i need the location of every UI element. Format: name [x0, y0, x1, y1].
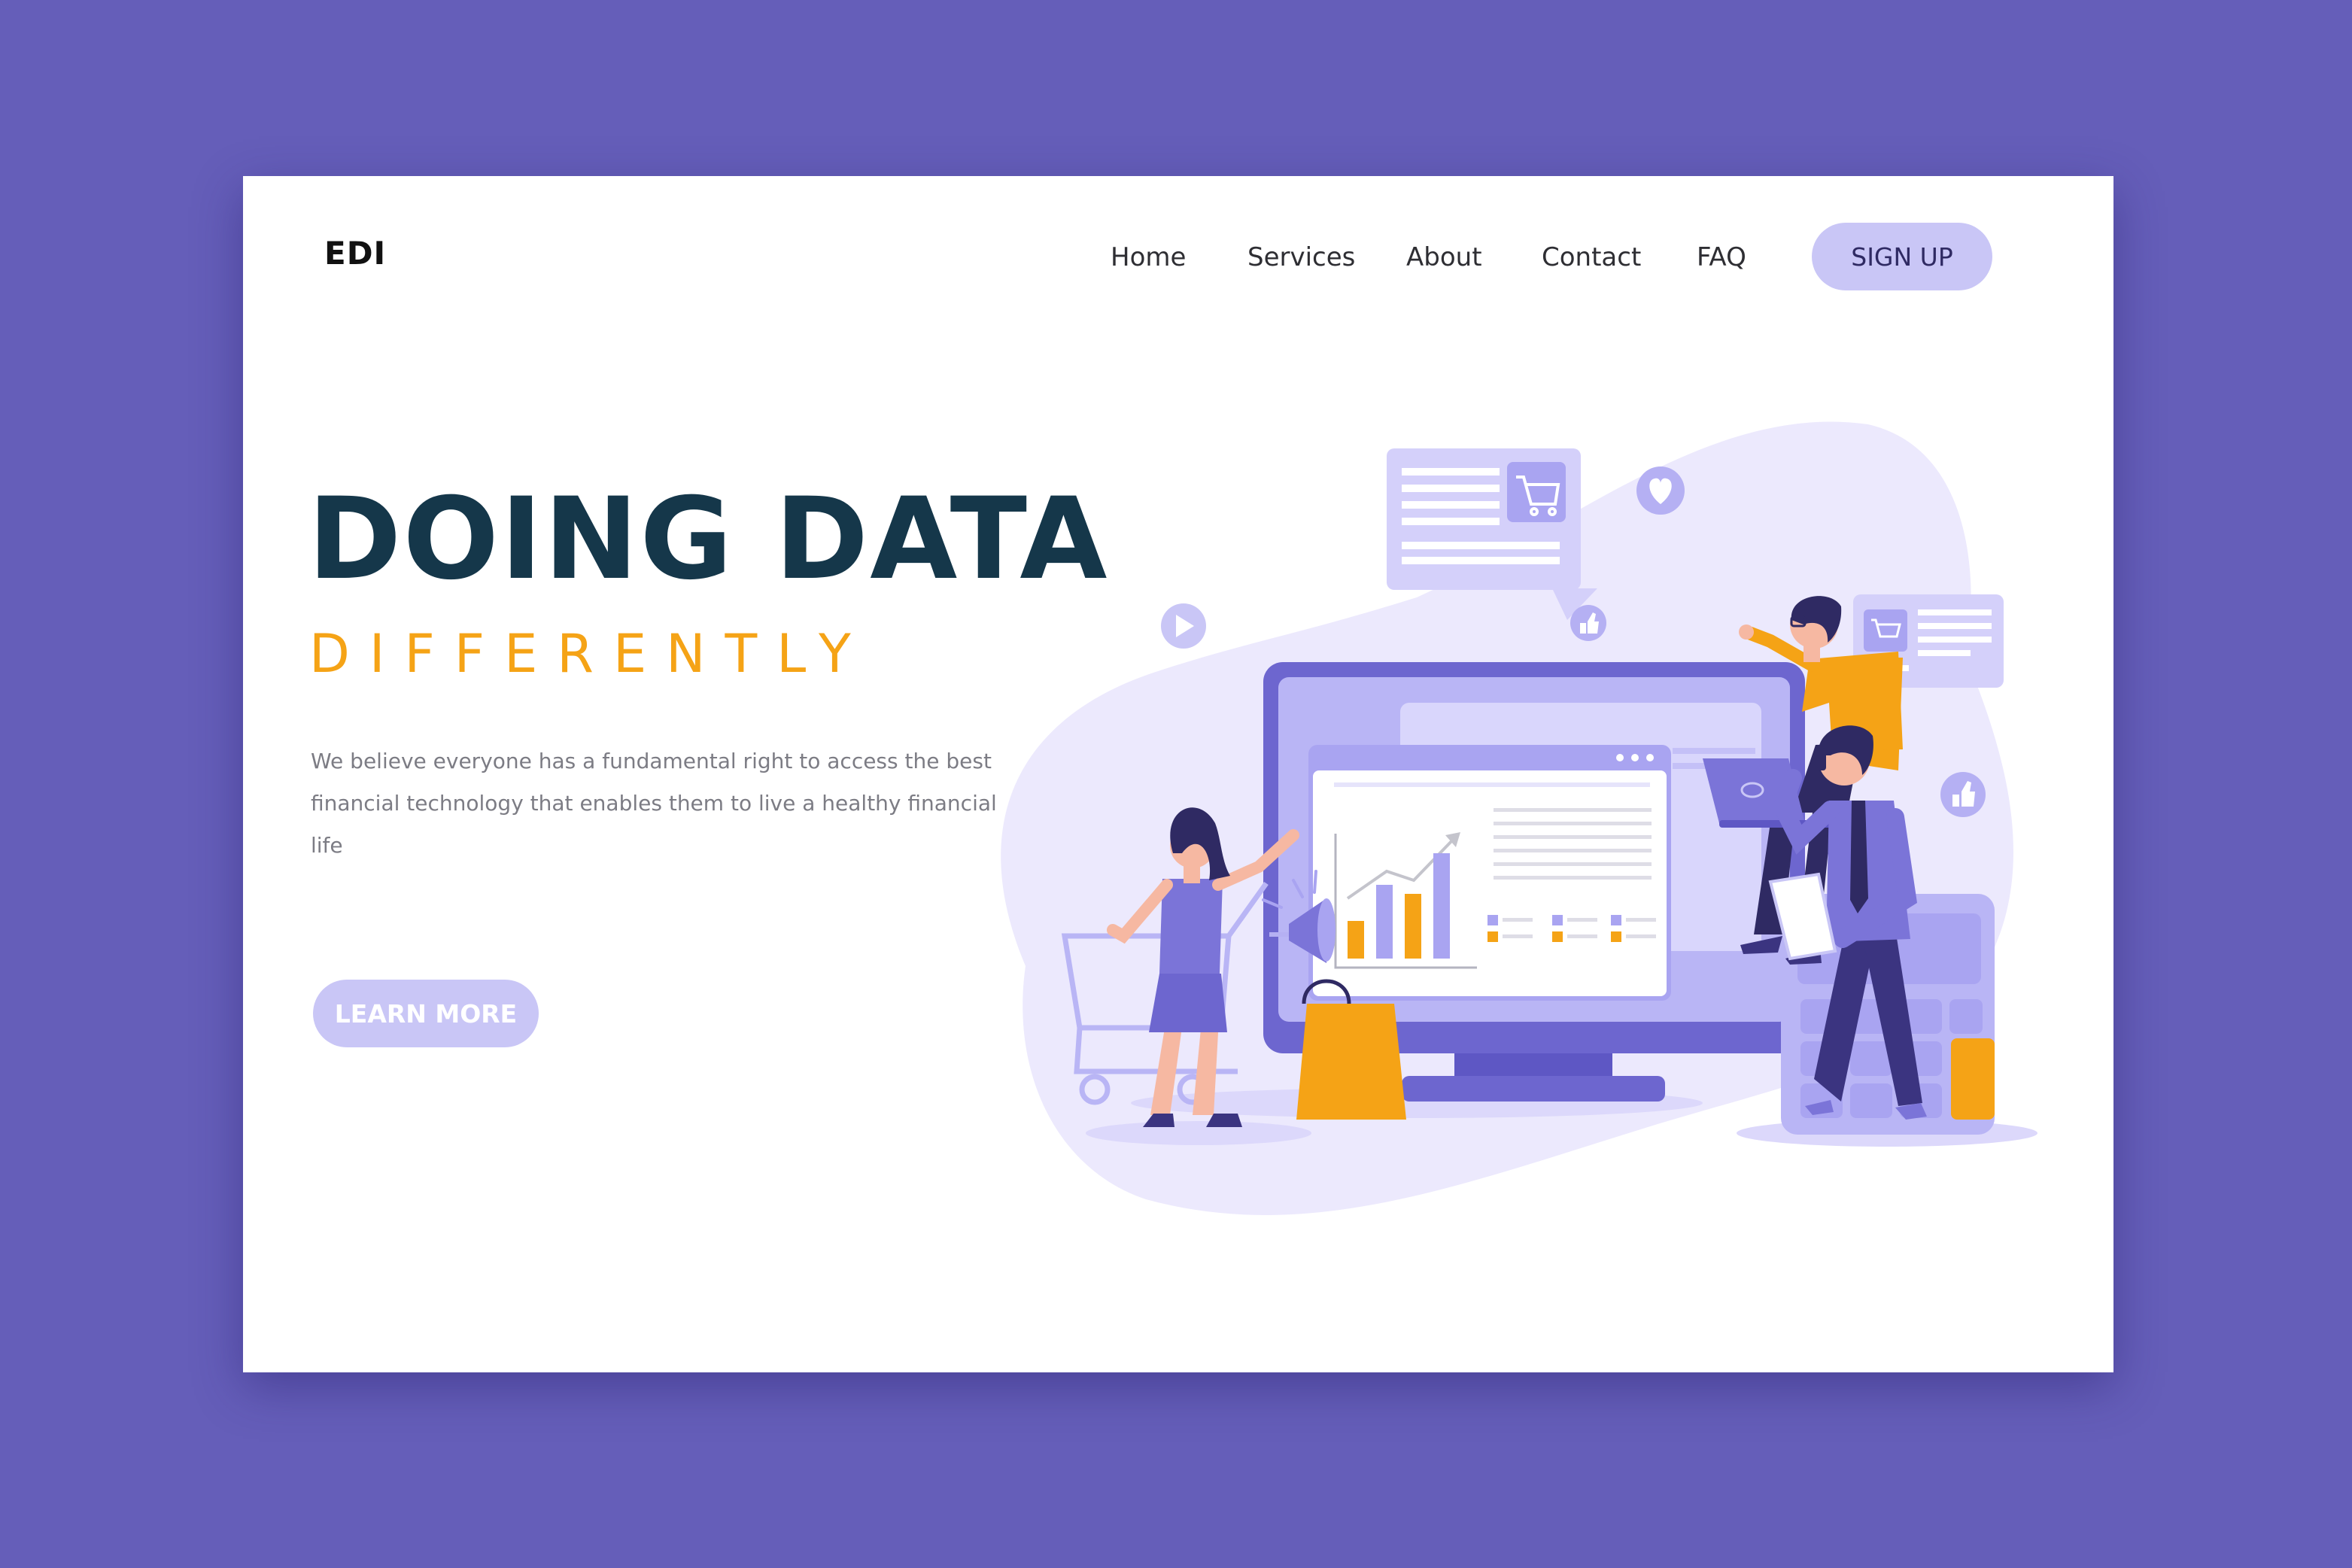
landing-card: EDI Home Services About Contact FAQ SIGN…: [243, 176, 2113, 1372]
heart-icon: [1636, 466, 1685, 515]
thumbs-up-icon: [1940, 772, 1986, 817]
hero-illustration: [1001, 421, 2037, 1215]
chart-window: [1308, 745, 1671, 1001]
floor-shadow-left: [1086, 1121, 1311, 1145]
play-icon: [1161, 603, 1206, 649]
thumbs-up-icon: [1570, 605, 1606, 641]
